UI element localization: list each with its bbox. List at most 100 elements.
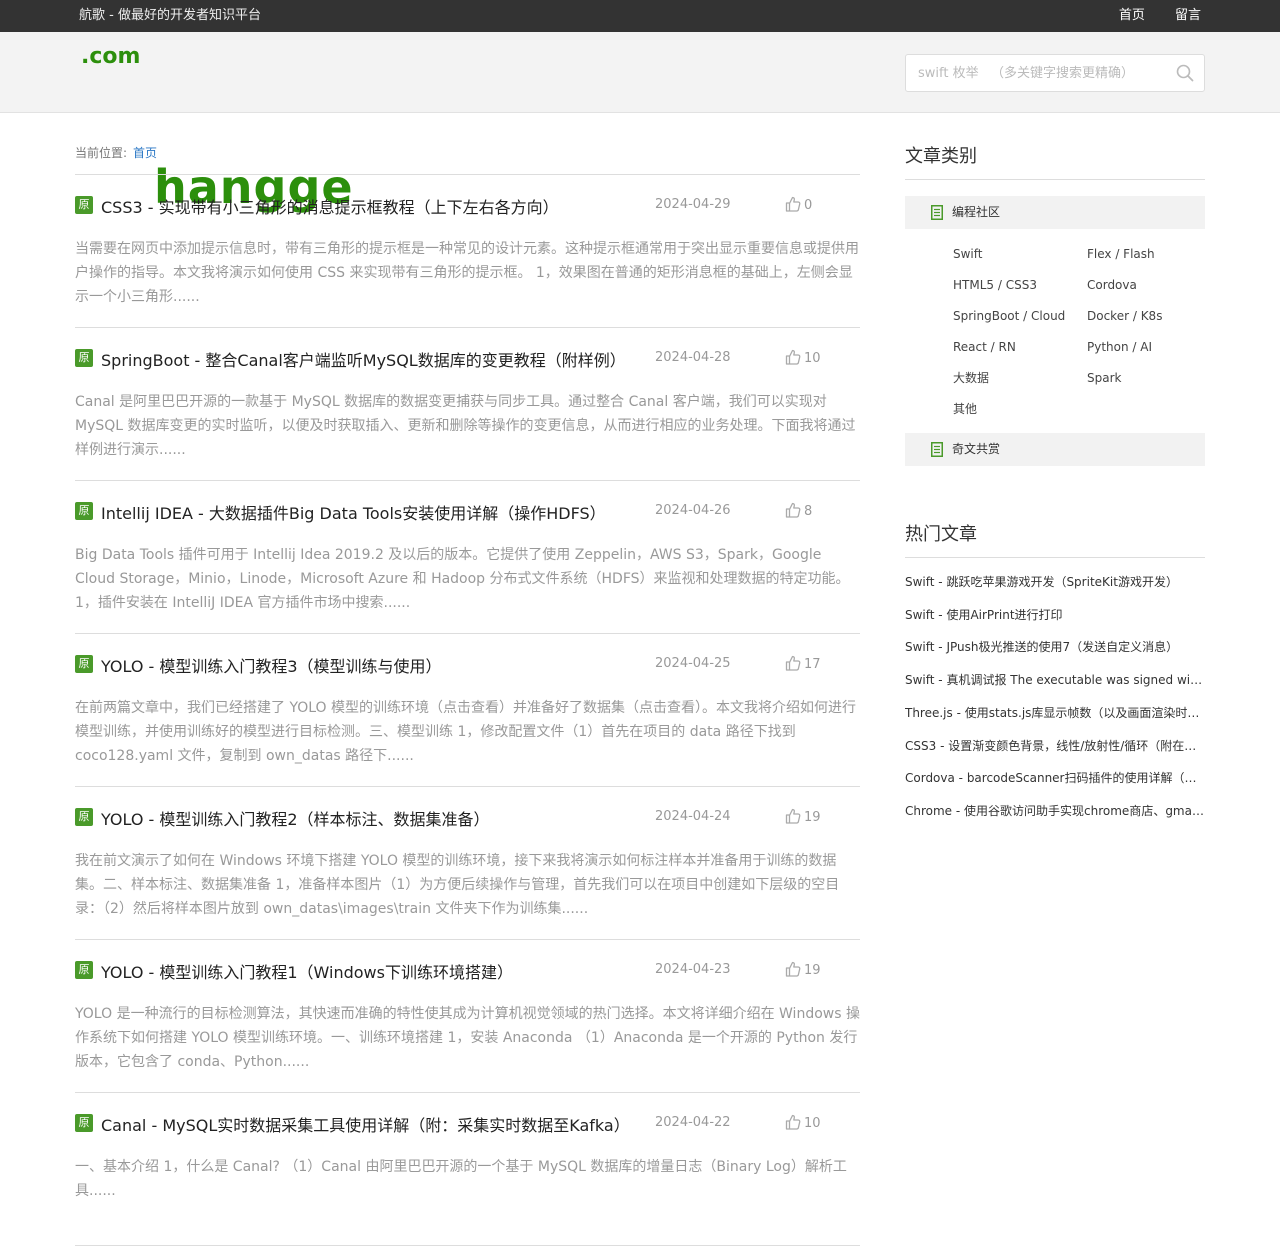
original-badge: 原 xyxy=(75,655,93,673)
hot-article-link[interactable]: Chrome - 使用谷歌访问助手实现chrome商店、gmail访问 xyxy=(905,795,1205,828)
category-link[interactable]: Swift xyxy=(953,239,1087,270)
category-link[interactable]: 大数据 xyxy=(953,363,1087,394)
article-item: 原 Intellij IDEA - 大数据插件Big Data Tools安装使用… xyxy=(75,481,860,634)
thumbs-up-icon xyxy=(785,349,801,365)
article-header: 原 YOLO - 模型训练入门教程3（模型训练与使用） 2024-04-25 17 xyxy=(75,653,860,677)
site-title: 航歌 - 做最好的开发者知识平台 xyxy=(79,8,261,23)
like-count: 10 xyxy=(804,351,821,366)
hot-article-item: CSS3 - 设置渐变颜色背景，线性/放射性/循环（附在线生成工具） xyxy=(905,730,1205,763)
article-item: 原 YOLO - 模型训练入门教程3（模型训练与使用） 2024-04-25 17 在前… xyxy=(75,634,860,787)
like-button[interactable]: 19 xyxy=(785,961,821,978)
main-content: 当前位置: 首页 原 CSS3 - 实现带有小三角形的消息提示框教程（上下左右各方向… xyxy=(75,113,860,1246)
article-date: 2024-04-24 xyxy=(655,809,731,824)
hot-article-link[interactable]: Three.js - 使用stats.js库显示帧数（以及画面渲染时间） xyxy=(905,697,1205,730)
nav-guestbook-link[interactable]: 留言 xyxy=(1175,8,1201,23)
document-icon xyxy=(931,442,943,457)
article-item: 原 Canal - MySQL实时数据采集工具使用详解（附：采集实时数据至Kafk… xyxy=(75,1093,860,1246)
sidebar: 文章类别 编程社区 Swift Flex / Flash HTML5 / CSS3 C… xyxy=(905,113,1205,828)
hot-articles-list: Swift - 跳跃吃苹果游戏开发（SpriteKit游戏开发） Swift - … xyxy=(905,558,1205,828)
article-date: 2024-04-25 xyxy=(655,656,731,671)
article-summary: Big Data Tools 插件可用于 Intellij Idea 2019.… xyxy=(75,547,850,611)
like-button[interactable]: 17 xyxy=(785,655,821,672)
category-group-reading[interactable]: 奇文共赏 xyxy=(905,433,1205,466)
thumbs-up-icon xyxy=(785,655,801,671)
category-link[interactable]: SpringBoot / Cloud xyxy=(953,301,1087,332)
search-icon[interactable] xyxy=(1176,64,1194,82)
article-summary: 一、基本介绍 1，什么是 Canal? （1）Canal 由阿里巴巴开源的一个基… xyxy=(75,1159,847,1199)
search-input[interactable] xyxy=(906,55,1156,91)
breadcrumb-home-link[interactable]: 首页 xyxy=(133,146,157,160)
article-date: 2024-04-26 xyxy=(655,503,731,518)
category-group-programming[interactable]: 编程社区 xyxy=(905,196,1205,229)
article-header: 原 Intellij IDEA - 大数据插件Big Data Tools安装使用… xyxy=(75,500,860,524)
like-count: 10 xyxy=(804,1116,821,1131)
document-icon xyxy=(931,205,943,220)
category-group-label: 奇文共赏 xyxy=(952,442,1001,456)
thumbs-up-icon xyxy=(785,961,801,977)
category-link[interactable]: Flex / Flash xyxy=(1087,239,1221,270)
article-date: 2024-04-28 xyxy=(655,350,731,365)
article-list: 原 CSS3 - 实现带有小三角形的消息提示框教程（上下左右各方向） 2024-04… xyxy=(75,175,860,1246)
category-links: Swift Flex / Flash HTML5 / CSS3 Cordova Spri… xyxy=(905,229,1205,433)
hot-article-link[interactable]: Swift - 真机调试报 The executable was signed … xyxy=(905,664,1205,697)
article-title-link[interactable]: Canal - MySQL实时数据采集工具使用详解（附：采集实时数据至Kafka… xyxy=(101,1112,630,1136)
hot-article-link[interactable]: Swift - 跳跃吃苹果游戏开发（SpriteKit游戏开发） xyxy=(905,566,1205,599)
category-section-title: 文章类别 xyxy=(905,142,1205,180)
thumbs-up-icon xyxy=(785,808,801,824)
breadcrumb-label: 当前位置: xyxy=(75,146,128,160)
hot-article-item: Three.js - 使用stats.js库显示帧数（以及画面渲染时间） xyxy=(905,697,1205,730)
hot-article-link[interactable]: Swift - JPush极光推送的使用7（发送自定义消息） xyxy=(905,631,1205,664)
category-link[interactable]: Cordova xyxy=(1087,270,1221,301)
hot-article-link[interactable]: Cordova - barcodeScanner扫码插件的使用详解（支持iOS和… xyxy=(905,762,1205,795)
article-header: 原 Canal - MySQL实时数据采集工具使用详解（附：采集实时数据至Kafk… xyxy=(75,1112,860,1136)
hot-article-link[interactable]: CSS3 - 设置渐变颜色背景，线性/放射性/循环（附在线生成工具） xyxy=(905,730,1205,763)
category-link[interactable]: Docker / K8s xyxy=(1087,301,1221,332)
hot-article-item: Swift - 真机调试报 The executable was signed … xyxy=(905,664,1205,697)
hot-article-item: Chrome - 使用谷歌访问助手实现chrome商店、gmail访问 xyxy=(905,795,1205,828)
original-badge: 原 xyxy=(75,196,93,214)
site-logo[interactable]: hangge .com xyxy=(79,44,353,214)
breadcrumb: 当前位置: 首页 xyxy=(75,144,860,175)
hot-articles-title: 热门文章 xyxy=(905,520,1205,558)
logo-suffix-text: .com xyxy=(81,44,141,69)
article-summary: YOLO 是一种流行的目标检测算法，其快速而准确的特性使其成为计算机视觉领域的热… xyxy=(75,1006,860,1070)
like-button[interactable]: 10 xyxy=(785,1114,821,1131)
like-button[interactable]: 19 xyxy=(785,808,821,825)
original-badge: 原 xyxy=(75,961,93,979)
nav-home-link[interactable]: 首页 xyxy=(1119,8,1145,23)
hot-article-item: Swift - JPush极光推送的使用7（发送自定义消息） xyxy=(905,631,1205,664)
top-bar: 航歌 - 做最好的开发者知识平台 首页 留言 xyxy=(0,0,1280,32)
article-item: 原 CSS3 - 实现带有小三角形的消息提示框教程（上下左右各方向） 2024-04… xyxy=(75,175,860,328)
like-count: 0 xyxy=(804,198,813,213)
like-count: 8 xyxy=(804,504,813,519)
search-box xyxy=(905,54,1205,92)
article-title-link[interactable]: YOLO - 模型训练入门教程1（Windows下训练环境搭建） xyxy=(101,959,513,983)
category-link[interactable]: Python / AI xyxy=(1087,332,1221,363)
hot-article-item: Cordova - barcodeScanner扫码插件的使用详解（支持iOS和… xyxy=(905,762,1205,795)
thumbs-up-icon xyxy=(785,196,801,212)
article-title-link[interactable]: YOLO - 模型训练入门教程2（样本标注、数据集准备） xyxy=(101,806,490,830)
like-button[interactable]: 0 xyxy=(785,196,812,213)
top-nav: 首页 留言 xyxy=(1093,0,1201,32)
thumbs-up-icon xyxy=(785,502,801,518)
article-title-link[interactable]: YOLO - 模型训练入门教程3（模型训练与使用） xyxy=(101,653,442,677)
hot-article-link[interactable]: Swift - 使用AirPrint进行打印 xyxy=(905,599,1205,632)
like-count: 19 xyxy=(804,963,821,978)
hot-article-item: Swift - 使用AirPrint进行打印 xyxy=(905,599,1205,632)
like-button[interactable]: 8 xyxy=(785,502,812,519)
like-button[interactable]: 10 xyxy=(785,349,821,366)
category-group-label: 编程社区 xyxy=(952,205,1001,219)
like-count: 17 xyxy=(804,657,821,672)
category-link[interactable]: React / RN xyxy=(953,332,1087,363)
article-item: 原 YOLO - 模型训练入门教程1（Windows下训练环境搭建） 2024-04… xyxy=(75,940,860,1093)
category-link[interactable]: 其他 xyxy=(953,394,1087,425)
category-link[interactable]: Spark xyxy=(1087,363,1221,394)
article-summary: Canal 是阿里巴巴开源的一款基于 MySQL 数据库的数据变更捕获与同步工具… xyxy=(75,394,856,458)
article-title-link[interactable]: SpringBoot - 整合Canal客户端监听MySQL数据库的变更教程（附… xyxy=(101,347,626,371)
article-title-link[interactable]: CSS3 - 实现带有小三角形的消息提示框教程（上下左右各方向） xyxy=(101,194,559,218)
article-header: 原 CSS3 - 实现带有小三角形的消息提示框教程（上下左右各方向） 2024-04… xyxy=(75,194,860,218)
article-date: 2024-04-22 xyxy=(655,1115,731,1130)
category-link[interactable]: HTML5 / CSS3 xyxy=(953,270,1087,301)
article-title-link[interactable]: Intellij IDEA - 大数据插件Big Data Tools安装使用详… xyxy=(101,500,606,524)
like-count: 19 xyxy=(804,810,821,825)
